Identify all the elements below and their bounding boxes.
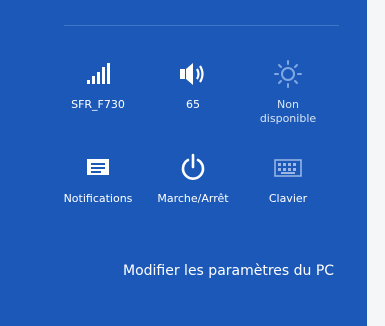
volume-tile[interactable]: 65 bbox=[145, 58, 241, 112]
keyboard-label: Clavier bbox=[268, 192, 308, 205]
brightness-label: Non disponible bbox=[240, 98, 336, 126]
pc-settings-link[interactable]: Modifier les paramètres du PC bbox=[123, 263, 334, 279]
power-icon bbox=[145, 152, 241, 184]
brightness-icon bbox=[240, 58, 336, 90]
keyboard-tile[interactable]: Clavier bbox=[240, 152, 336, 206]
wifi-signal-icon bbox=[50, 58, 146, 90]
settings-charm-window: SFR_F730 65 Non disponible Notifications… bbox=[0, 0, 385, 326]
keyboard-icon bbox=[240, 152, 336, 184]
speaker-icon bbox=[145, 58, 241, 90]
power-label: Marche/Arrêt bbox=[157, 192, 229, 205]
settings-panel: SFR_F730 65 Non disponible Notifications… bbox=[0, 0, 367, 326]
network-label: SFR_F730 bbox=[71, 98, 125, 111]
brightness-tile: Non disponible bbox=[240, 58, 336, 126]
notifications-label: Notifications bbox=[63, 192, 133, 205]
divider bbox=[64, 25, 339, 26]
power-tile[interactable]: Marche/Arrêt bbox=[145, 152, 241, 206]
brightness-label-line1: Non bbox=[277, 98, 299, 111]
network-tile[interactable]: SFR_F730 bbox=[50, 58, 146, 112]
notifications-icon bbox=[50, 152, 146, 184]
brightness-label-line2: disponible bbox=[259, 112, 317, 125]
notifications-tile[interactable]: Notifications bbox=[50, 152, 146, 206]
volume-label: 65 bbox=[186, 98, 200, 111]
